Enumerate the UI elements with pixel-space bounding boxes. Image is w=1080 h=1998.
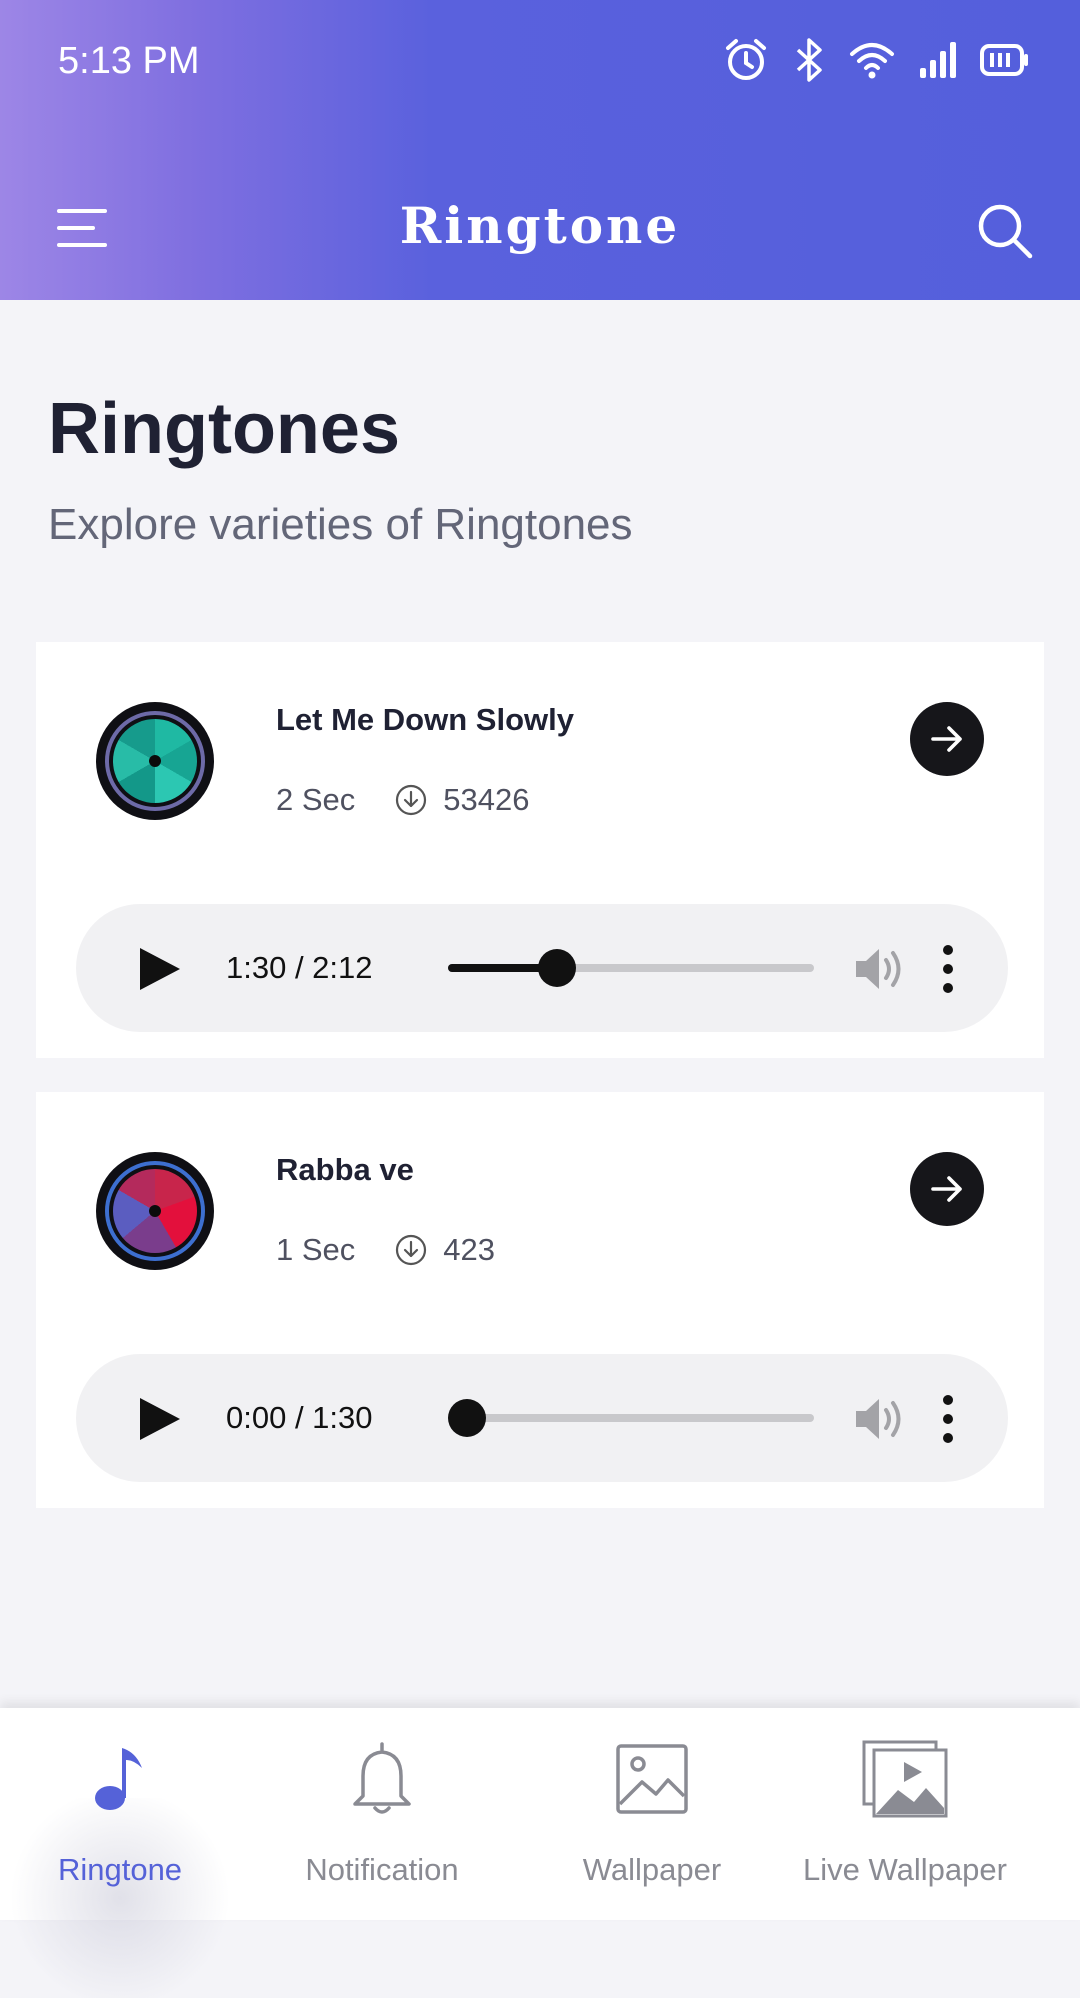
download-icon [395,784,427,816]
audio-player: 0:00 / 1:30 [76,1354,1008,1482]
play-button[interactable] [134,944,184,994]
app-title: Ringtone [399,196,681,255]
music-note-icon [90,1738,150,1823]
alarm-icon [722,36,770,84]
arrow-right-icon [931,1176,962,1202]
nav-ringtone[interactable]: Ringtone [0,1708,240,1998]
app-header: 5:13 PM Ringtone [0,0,1080,300]
album-art [96,702,214,820]
more-options-icon[interactable] [938,1394,958,1444]
nav-wallpaper[interactable]: Wallpaper [552,1708,752,1920]
battery-icon [980,42,1030,78]
ringtone-duration: 1 Sec [276,1232,356,1267]
nav-label: Notification [305,1852,459,1887]
nav-label: Ringtone [57,1852,183,1887]
ringtone-duration: 2 Sec [276,782,356,817]
signal-icon [918,40,958,80]
nav-label: Live Wallpaper [803,1852,1007,1887]
page-subtitle: Explore varieties of Ringtones [48,500,633,549]
download-icon [395,1234,427,1266]
ringtone-title[interactable]: Rabba ve [276,1152,414,1188]
player-time: 0:00 / 1:30 [226,1400,373,1435]
album-art [96,1152,214,1270]
status-time: 5:13 PM [58,40,200,82]
nav-label: Wallpaper [582,1852,722,1887]
search-button[interactable] [970,196,1040,266]
download-count: 423 [443,1232,496,1267]
bluetooth-icon [792,36,826,84]
search-icon [978,204,1033,259]
open-ringtone-button[interactable] [910,1152,984,1226]
download-count: 53426 [443,782,530,817]
page-title: Ringtones [48,389,400,469]
arrow-right-icon [931,726,962,752]
progress-slider[interactable] [448,1399,814,1437]
progress-knob[interactable] [448,1399,486,1437]
ringtone-card[interactable]: Let Me Down Slowly 2 Sec 53426 1:30 / 2:… [36,642,1044,1058]
more-options-icon[interactable] [938,944,958,994]
play-button[interactable] [134,1394,184,1444]
bell-icon [347,1738,417,1823]
nav-live-wallpaper[interactable]: Live Wallpaper [792,1708,1018,1920]
ringtone-title[interactable]: Let Me Down Slowly [276,702,574,738]
ringtone-meta: 2 Sec 53426 [276,782,530,818]
progress-knob[interactable] [538,949,576,987]
image-icon [612,1738,692,1823]
volume-icon[interactable] [852,1394,906,1444]
bottom-navigation: Ringtone Notification Wallpaper Live Wal… [0,1708,1080,1998]
live-wallpaper-icon [860,1738,950,1827]
progress-slider[interactable] [448,949,814,987]
wifi-icon [848,40,896,80]
ringtone-card[interactable]: Rabba ve 1 Sec 423 0:00 / 1:30 [36,1092,1044,1508]
open-ringtone-button[interactable] [910,702,984,776]
audio-player: 1:30 / 2:12 [76,904,1008,1032]
volume-icon[interactable] [852,944,906,994]
player-time: 1:30 / 2:12 [226,950,373,985]
status-icons [722,36,1030,84]
progress-fill [448,964,548,972]
ringtone-meta: 1 Sec 423 [276,1232,495,1268]
nav-notification[interactable]: Notification [282,1708,482,1920]
